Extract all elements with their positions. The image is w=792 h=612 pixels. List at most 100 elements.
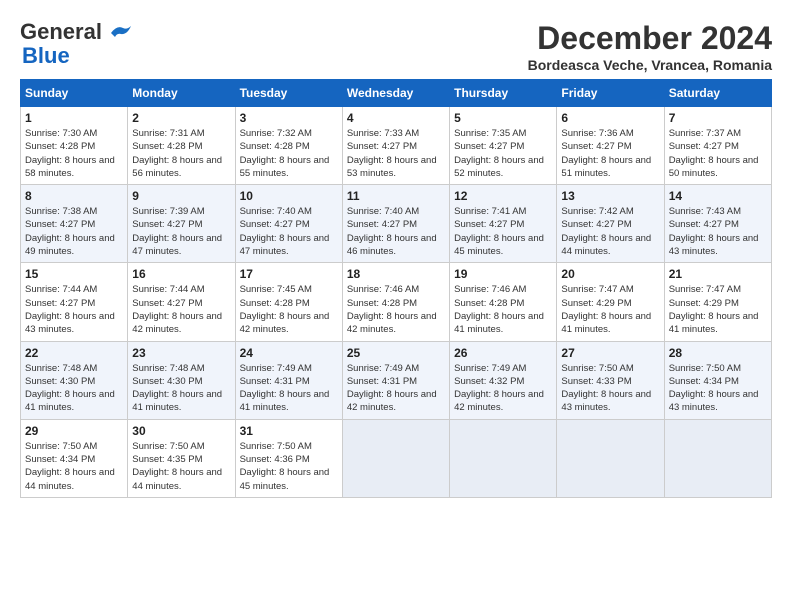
calendar-cell: 20 Sunrise: 7:47 AMSunset: 4:29 PMDayligh… xyxy=(557,263,664,341)
calendar-cell xyxy=(664,419,771,497)
day-info: Sunrise: 7:44 AMSunset: 4:27 PMDaylight:… xyxy=(132,283,230,336)
day-number: 30 xyxy=(132,424,230,438)
day-number: 17 xyxy=(240,267,338,281)
calendar-cell xyxy=(557,419,664,497)
calendar-header: SundayMondayTuesdayWednesdayThursdayFrid… xyxy=(21,80,772,107)
day-number: 4 xyxy=(347,111,445,125)
week-row-3: 15 Sunrise: 7:44 AMSunset: 4:27 PMDayligh… xyxy=(21,263,772,341)
day-info: Sunrise: 7:47 AMSunset: 4:29 PMDaylight:… xyxy=(561,283,659,336)
header-row: SundayMondayTuesdayWednesdayThursdayFrid… xyxy=(21,80,772,107)
day-info: Sunrise: 7:50 AMSunset: 4:36 PMDaylight:… xyxy=(240,440,338,493)
header-cell-tuesday: Tuesday xyxy=(235,80,342,107)
day-info: Sunrise: 7:33 AMSunset: 4:27 PMDaylight:… xyxy=(347,127,445,180)
day-info: Sunrise: 7:46 AMSunset: 4:28 PMDaylight:… xyxy=(454,283,552,336)
header-cell-sunday: Sunday xyxy=(21,80,128,107)
day-info: Sunrise: 7:40 AMSunset: 4:27 PMDaylight:… xyxy=(240,205,338,258)
day-number: 26 xyxy=(454,346,552,360)
calendar-cell: 27Sunrise: 7:50 AMSunset: 4:33 PMDayligh… xyxy=(557,341,664,419)
day-info: Sunrise: 7:40 AMSunset: 4:27 PMDaylight:… xyxy=(347,205,445,258)
day-info: Sunrise: 7:49 AMSunset: 4:31 PMDaylight:… xyxy=(240,362,338,415)
week-row-2: 8 Sunrise: 7:38 AMSunset: 4:27 PMDaylight… xyxy=(21,185,772,263)
day-info: Sunrise: 7:35 AMSunset: 4:27 PMDaylight:… xyxy=(454,127,552,180)
day-number: 5 xyxy=(454,111,552,125)
day-info: Sunrise: 7:50 AMSunset: 4:33 PMDaylight:… xyxy=(561,362,659,415)
page-title: December 2024 xyxy=(528,20,772,57)
day-info: Sunrise: 7:39 AMSunset: 4:27 PMDaylight:… xyxy=(132,205,230,258)
calendar-cell xyxy=(450,419,557,497)
calendar-cell: 12 Sunrise: 7:41 AMSunset: 4:27 PMDayligh… xyxy=(450,185,557,263)
day-number: 24 xyxy=(240,346,338,360)
day-number: 14 xyxy=(669,189,767,203)
day-info: Sunrise: 7:46 AMSunset: 4:28 PMDaylight:… xyxy=(347,283,445,336)
day-number: 11 xyxy=(347,189,445,203)
title-block: December 2024 Bordeasca Veche, Vrancea, … xyxy=(528,20,772,73)
day-info: Sunrise: 7:41 AMSunset: 4:27 PMDaylight:… xyxy=(454,205,552,258)
day-info: Sunrise: 7:50 AMSunset: 4:35 PMDaylight:… xyxy=(132,440,230,493)
calendar-cell: 17 Sunrise: 7:45 AMSunset: 4:28 PMDayligh… xyxy=(235,263,342,341)
calendar-cell: 16 Sunrise: 7:44 AMSunset: 4:27 PMDayligh… xyxy=(128,263,235,341)
calendar-cell: 5 Sunrise: 7:35 AMSunset: 4:27 PMDaylight… xyxy=(450,107,557,185)
calendar-cell: 4 Sunrise: 7:33 AMSunset: 4:27 PMDaylight… xyxy=(342,107,449,185)
calendar-cell: 18 Sunrise: 7:46 AMSunset: 4:28 PMDayligh… xyxy=(342,263,449,341)
day-info: Sunrise: 7:44 AMSunset: 4:27 PMDaylight:… xyxy=(25,283,123,336)
page-subtitle: Bordeasca Veche, Vrancea, Romania xyxy=(528,57,772,73)
day-number: 19 xyxy=(454,267,552,281)
calendar-cell xyxy=(342,419,449,497)
day-number: 20 xyxy=(561,267,659,281)
day-info: Sunrise: 7:50 AMSunset: 4:34 PMDaylight:… xyxy=(25,440,123,493)
day-number: 2 xyxy=(132,111,230,125)
calendar-cell: 15 Sunrise: 7:44 AMSunset: 4:27 PMDayligh… xyxy=(21,263,128,341)
day-info: Sunrise: 7:45 AMSunset: 4:28 PMDaylight:… xyxy=(240,283,338,336)
week-row-4: 22Sunrise: 7:48 AMSunset: 4:30 PMDayligh… xyxy=(21,341,772,419)
day-info: Sunrise: 7:50 AMSunset: 4:34 PMDaylight:… xyxy=(669,362,767,415)
header-cell-thursday: Thursday xyxy=(450,80,557,107)
calendar-cell: 14Sunrise: 7:43 AMSunset: 4:27 PMDayligh… xyxy=(664,185,771,263)
day-number: 1 xyxy=(25,111,123,125)
day-info: Sunrise: 7:30 AMSunset: 4:28 PMDaylight:… xyxy=(25,127,123,180)
calendar-cell: 24 Sunrise: 7:49 AMSunset: 4:31 PMDayligh… xyxy=(235,341,342,419)
calendar-cell: 7Sunrise: 7:37 AMSunset: 4:27 PMDaylight… xyxy=(664,107,771,185)
day-number: 15 xyxy=(25,267,123,281)
logo-blue-text: Blue xyxy=(22,44,131,68)
day-info: Sunrise: 7:38 AMSunset: 4:27 PMDaylight:… xyxy=(25,205,123,258)
day-number: 13 xyxy=(561,189,659,203)
calendar-cell: 28 Sunrise: 7:50 AMSunset: 4:34 PMDayligh… xyxy=(664,341,771,419)
day-info: Sunrise: 7:31 AMSunset: 4:28 PMDaylight:… xyxy=(132,127,230,180)
day-number: 9 xyxy=(132,189,230,203)
day-number: 6 xyxy=(561,111,659,125)
calendar-cell: 31 Sunrise: 7:50 AMSunset: 4:36 PMDayligh… xyxy=(235,419,342,497)
calendar-cell: 6 Sunrise: 7:36 AMSunset: 4:27 PMDaylight… xyxy=(557,107,664,185)
calendar-table: SundayMondayTuesdayWednesdayThursdayFrid… xyxy=(20,79,772,498)
header-cell-friday: Friday xyxy=(557,80,664,107)
day-number: 3 xyxy=(240,111,338,125)
header-cell-saturday: Saturday xyxy=(664,80,771,107)
day-number: 25 xyxy=(347,346,445,360)
calendar-cell: 2 Sunrise: 7:31 AMSunset: 4:28 PMDaylight… xyxy=(128,107,235,185)
calendar-cell: 3Sunrise: 7:32 AMSunset: 4:28 PMDaylight… xyxy=(235,107,342,185)
day-number: 16 xyxy=(132,267,230,281)
logo-block: General Blue xyxy=(20,20,131,68)
page-header: General Blue December 2024 Bordeasca Vec… xyxy=(20,20,772,73)
calendar-cell: 21Sunrise: 7:47 AMSunset: 4:29 PMDayligh… xyxy=(664,263,771,341)
day-info: Sunrise: 7:48 AMSunset: 4:30 PMDaylight:… xyxy=(25,362,123,415)
day-info: Sunrise: 7:36 AMSunset: 4:27 PMDaylight:… xyxy=(561,127,659,180)
day-number: 10 xyxy=(240,189,338,203)
day-info: Sunrise: 7:37 AMSunset: 4:27 PMDaylight:… xyxy=(669,127,767,180)
day-number: 18 xyxy=(347,267,445,281)
day-info: Sunrise: 7:48 AMSunset: 4:30 PMDaylight:… xyxy=(132,362,230,415)
day-number: 8 xyxy=(25,189,123,203)
calendar-cell: 29 Sunrise: 7:50 AMSunset: 4:34 PMDayligh… xyxy=(21,419,128,497)
day-number: 29 xyxy=(25,424,123,438)
calendar-cell: 26Sunrise: 7:49 AMSunset: 4:32 PMDayligh… xyxy=(450,341,557,419)
week-row-5: 29 Sunrise: 7:50 AMSunset: 4:34 PMDayligh… xyxy=(21,419,772,497)
calendar-cell: 8 Sunrise: 7:38 AMSunset: 4:27 PMDaylight… xyxy=(21,185,128,263)
day-number: 31 xyxy=(240,424,338,438)
logo: General Blue xyxy=(20,20,131,68)
calendar-cell: 9 Sunrise: 7:39 AMSunset: 4:27 PMDaylight… xyxy=(128,185,235,263)
calendar-cell: 10 Sunrise: 7:40 AMSunset: 4:27 PMDayligh… xyxy=(235,185,342,263)
day-info: Sunrise: 7:49 AMSunset: 4:31 PMDaylight:… xyxy=(347,362,445,415)
calendar-cell: 13Sunrise: 7:42 AMSunset: 4:27 PMDayligh… xyxy=(557,185,664,263)
calendar-cell: 23Sunrise: 7:48 AMSunset: 4:30 PMDayligh… xyxy=(128,341,235,419)
day-number: 12 xyxy=(454,189,552,203)
day-number: 28 xyxy=(669,346,767,360)
